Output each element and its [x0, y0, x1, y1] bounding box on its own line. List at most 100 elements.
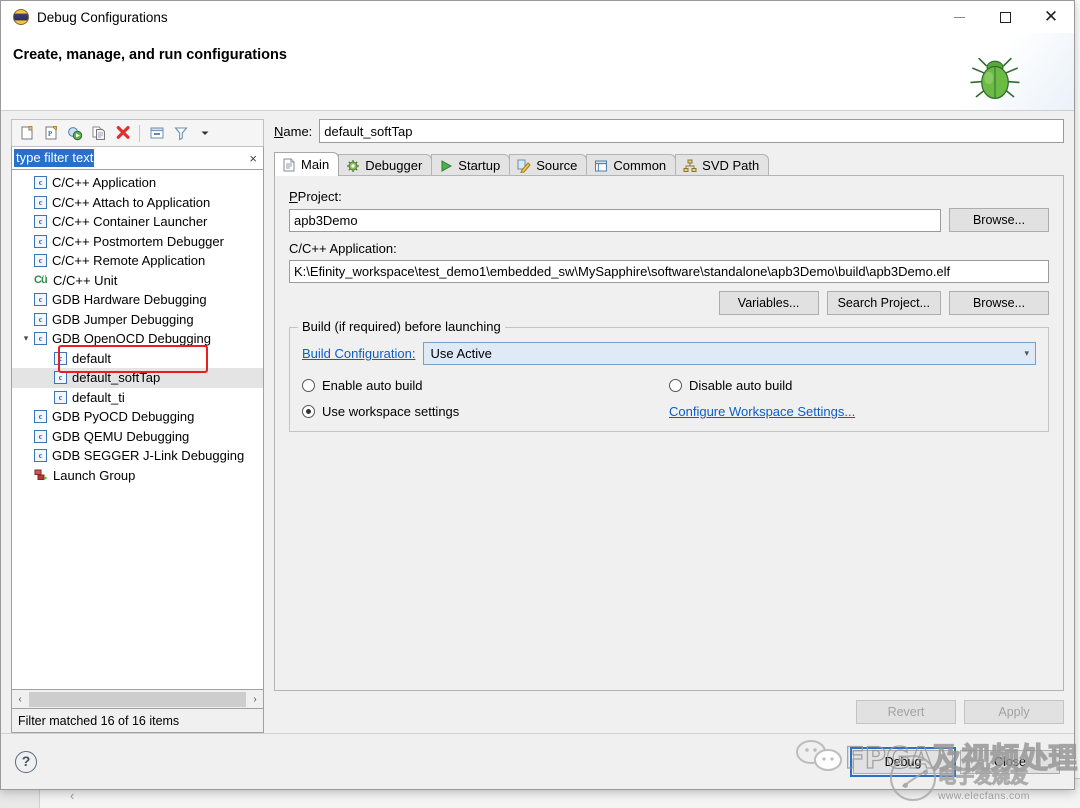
bug-icon — [970, 57, 1020, 99]
new-config-icon — [21, 126, 32, 140]
tree-item-label: C/C++ Remote Application — [52, 253, 206, 269]
application-button-row: Variables... Search Project... Browse... — [289, 291, 1049, 315]
enable-auto-build-label: Enable auto build — [322, 378, 423, 393]
configure-workspace-settings-link[interactable]: Configure Workspace Settings... — [669, 404, 855, 419]
tab-svd-label: SVD Path — [702, 158, 760, 173]
use-workspace-settings-label: Use workspace settings — [322, 404, 460, 419]
maximize-button[interactable] — [982, 1, 1028, 33]
c-file-icon: c — [34, 234, 47, 248]
project-browse-button[interactable]: Browse... — [949, 208, 1049, 232]
c-file-icon: c — [34, 215, 47, 229]
help-icon[interactable]: ? — [15, 750, 37, 773]
close-icon: ✕ — [1043, 6, 1059, 27]
tab-startup[interactable]: Startup — [431, 154, 511, 176]
scroll-right-icon[interactable]: › — [247, 694, 263, 705]
document-icon — [283, 158, 295, 171]
apply-button[interactable]: Apply — [964, 700, 1064, 724]
tree-item-default-ti[interactable]: c default_ti — [12, 388, 263, 408]
collapse-all-button[interactable] — [146, 123, 167, 144]
radio-dot-selected-icon — [302, 405, 315, 418]
build-configuration-link[interactable]: Build Configuration: — [302, 346, 415, 361]
tree-item-c-c-container-launcher[interactable]: c C/C++ Container Launcher — [12, 212, 263, 232]
tree-item-label: C/C++ Unit — [53, 272, 118, 288]
tree-item-c-c-application[interactable]: c C/C++ Application — [12, 173, 263, 193]
tree-item-launch-group[interactable]: Launch Group — [12, 466, 263, 486]
export-launch-configuration-button[interactable] — [64, 123, 85, 144]
tree-item-c-c-attach-to-application[interactable]: c C/C++ Attach to Application — [12, 193, 263, 213]
tree-item-gdb-segger-j-link-debugging[interactable]: c GDB SEGGER J-Link Debugging — [12, 446, 263, 466]
table-icon — [595, 160, 608, 171]
build-group: Build (if required) before launching Bui… — [289, 319, 1049, 432]
duplicate-configuration-button[interactable] — [88, 123, 109, 144]
collapse-all-icon — [150, 127, 163, 139]
tree-item-gdb-hardware-debugging[interactable]: c GDB Hardware Debugging — [12, 290, 263, 310]
close-button[interactable]: ✕ — [1028, 1, 1074, 33]
new-launch-configuration-button[interactable] — [16, 123, 37, 144]
delete-configuration-button[interactable] — [112, 123, 133, 144]
scrollbar-thumb[interactable] — [29, 691, 246, 707]
tree-item-gdb-qemu-debugging[interactable]: c GDB QEMU Debugging — [12, 427, 263, 447]
enable-auto-build-radio[interactable]: Enable auto build — [302, 378, 669, 393]
variables-button[interactable]: Variables... — [718, 291, 819, 315]
tab-common-label: Common — [613, 158, 667, 173]
tree-item-c-c-postmortem-debugger[interactable]: c C/C++ Postmortem Debugger — [12, 232, 263, 252]
application-label: C/C++ Application: — [289, 241, 397, 256]
project-row: Browse... — [289, 208, 1049, 232]
tab-source[interactable]: Source — [509, 154, 588, 176]
debug-configurations-dialog: Debug Configurations ✕ Create, manage, a… — [0, 0, 1075, 790]
tree-item-default[interactable]: c default — [12, 349, 263, 369]
window-title: Debug Configurations — [37, 9, 168, 25]
search-project-button[interactable]: Search Project... — [826, 291, 941, 315]
export-icon — [67, 127, 82, 141]
configuration-editor: Name: Main — [264, 119, 1064, 733]
tree-item-gdb-openocd-debugging[interactable]: ▾ c GDB OpenOCD Debugging — [12, 329, 263, 349]
tree-item-gdb-pyocd-debugging[interactable]: c GDB PyOCD Debugging — [12, 407, 263, 427]
build-configuration-combo[interactable]: Use Active ▾ — [423, 342, 1036, 365]
tab-svd-path[interactable]: SVD Path — [675, 154, 770, 176]
configure-workspace-settings-row: Configure Workspace Settings... — [669, 404, 1036, 419]
clear-filter-icon[interactable]: × — [249, 151, 259, 166]
tab-source-label: Source — [536, 158, 578, 173]
tab-debugger[interactable]: Debugger — [338, 154, 433, 176]
application-input[interactable] — [289, 260, 1049, 283]
hierarchy-icon — [683, 159, 697, 172]
close-dialog-button[interactable]: Close — [960, 749, 1060, 774]
tree-item-label: C/C++ Attach to Application — [52, 194, 211, 210]
tab-debugger-label: Debugger — [365, 158, 423, 173]
radio-dot-icon — [302, 379, 315, 392]
tree-item-gdb-jumper-debugging[interactable]: c GDB Jumper Debugging — [12, 310, 263, 330]
tab-common[interactable]: Common — [586, 154, 677, 176]
build-options-right-column: Disable auto build Configure Workspace S… — [669, 378, 1036, 419]
filter-text-field[interactable]: type filter text × — [11, 146, 264, 170]
cunit-icon: Cü — [34, 274, 48, 287]
tree-horizontal-scrollbar[interactable]: ‹ › — [11, 690, 264, 709]
scroll-left-icon[interactable]: ‹ — [12, 694, 28, 705]
tree-item-c-c-unit[interactable]: Cü C/C++ Unit — [12, 271, 263, 291]
tree-item-label: GDB SEGGER J-Link Debugging — [52, 448, 245, 464]
toolbar-separator — [139, 124, 140, 142]
configurations-tree[interactable]: c C/C++ Application c C/C++ Attach to Appli… — [11, 170, 264, 690]
radio-dot-icon — [669, 379, 682, 392]
name-input[interactable] — [319, 119, 1064, 143]
view-menu-button[interactable] — [194, 123, 215, 144]
tab-main[interactable]: Main — [274, 152, 340, 176]
filter-configurations-button[interactable] — [170, 123, 191, 144]
minimize-button[interactable] — [936, 1, 982, 33]
project-input[interactable] — [289, 208, 941, 232]
debug-button[interactable]: Debug — [850, 746, 956, 777]
use-workspace-settings-radio[interactable]: Use workspace settings — [302, 404, 669, 419]
play-icon — [441, 159, 453, 172]
tree-item-label: GDB OpenOCD Debugging — [52, 331, 211, 347]
c-file-icon: c — [34, 254, 47, 268]
c-file-icon: c — [34, 195, 47, 209]
disable-auto-build-radio[interactable]: Disable auto build — [669, 378, 1036, 393]
new-prototype-button[interactable]: P — [40, 123, 61, 144]
tree-item-c-c-remote-application[interactable]: c C/C++ Remote Application — [12, 251, 263, 271]
revert-button[interactable]: Revert — [856, 700, 956, 724]
chevron-down-icon[interactable]: ▾ — [20, 333, 32, 345]
application-browse-button[interactable]: Browse... — [949, 291, 1049, 315]
tree-item-label: C/C++ Application — [52, 175, 157, 191]
c-file-icon: c — [34, 410, 47, 424]
dialog-footer: ? Debug Close — [1, 733, 1074, 789]
tree-item-default-softtap[interactable]: c default_softTap — [12, 368, 263, 388]
